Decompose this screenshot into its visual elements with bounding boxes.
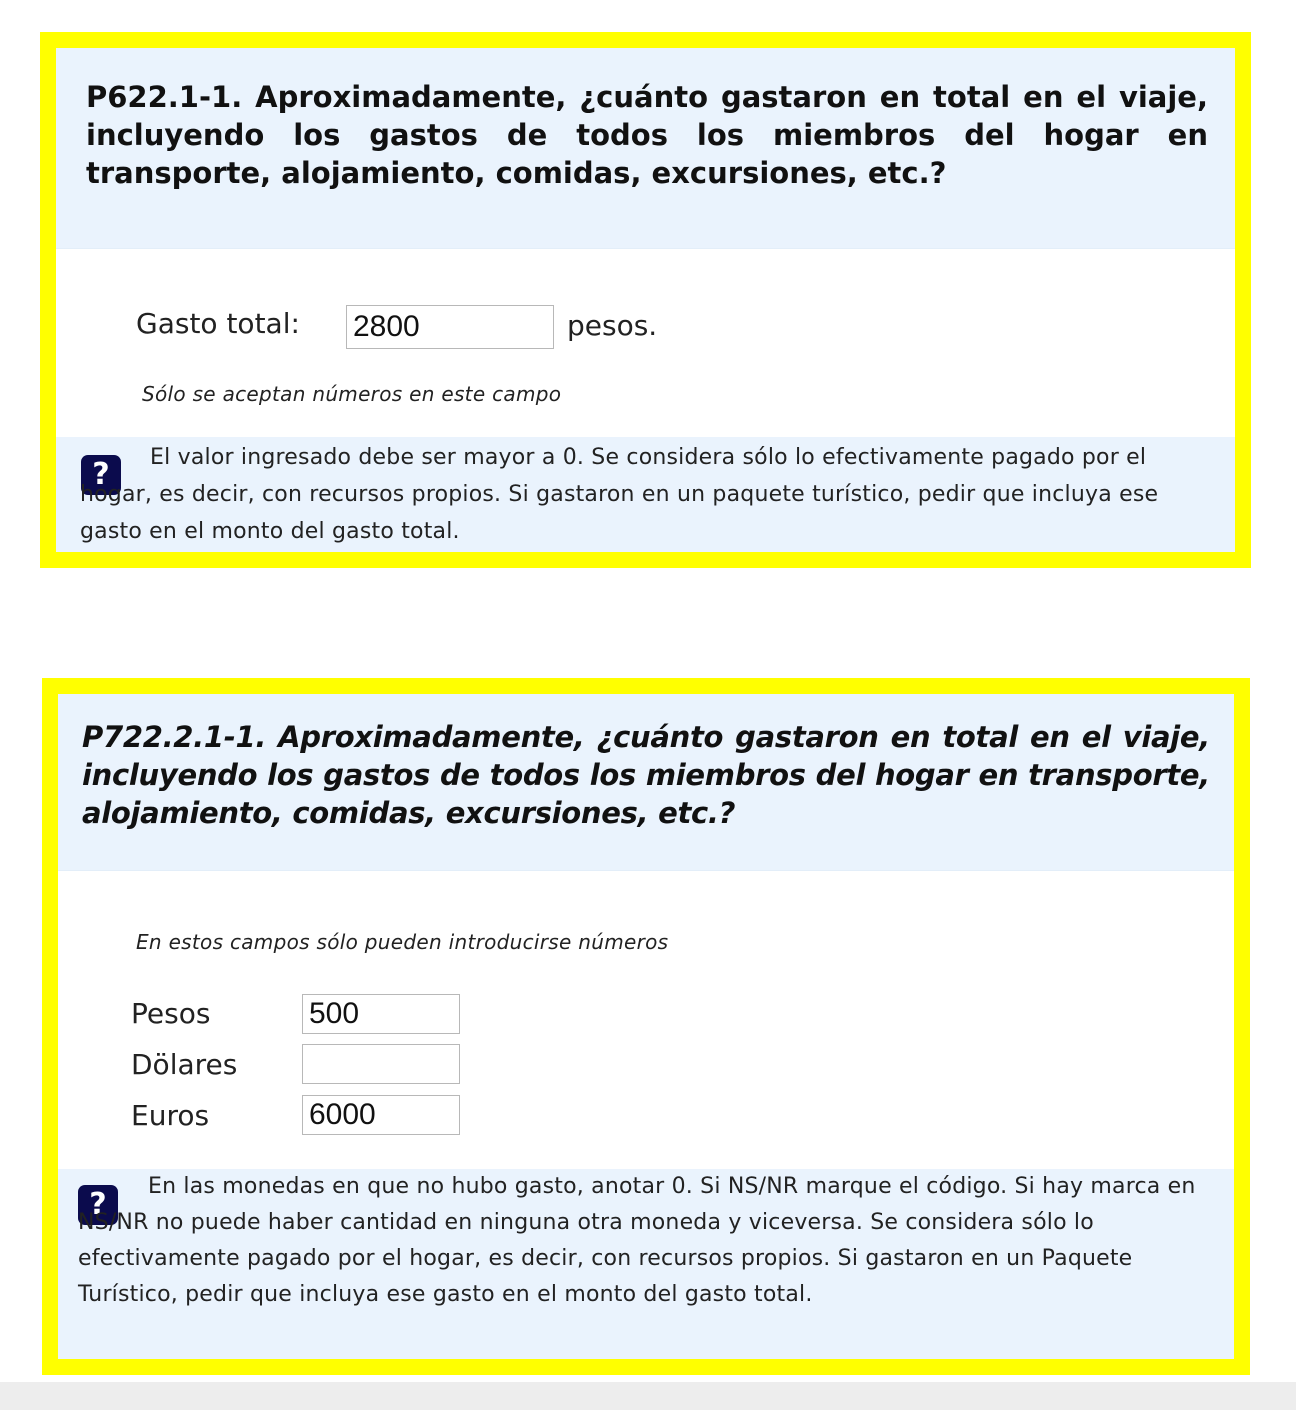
question-panel-p722: P722.2.1-1. Aproximadamente, ¿cuánto gas… xyxy=(42,678,1250,1375)
question-title: P722.2.1-1. Aproximadamente, ¿cuánto gas… xyxy=(82,720,1210,830)
numbers-only-hint: En estos campos sólo pueden introducirse… xyxy=(136,930,669,954)
question-title: P622.1-1. Aproximadamente, ¿cuánto gasta… xyxy=(86,80,1208,190)
question-header: P722.2.1-1. Aproximadamente, ¿cuánto gas… xyxy=(58,694,1234,871)
pesos-label: Pesos xyxy=(131,997,211,1030)
pesos-input[interactable] xyxy=(302,994,460,1034)
euros-label: Euros xyxy=(131,1099,210,1132)
help-section: ? El valor ingresado debe ser mayor a 0.… xyxy=(56,437,1235,552)
gasto-total-label: Gasto total: xyxy=(136,307,300,340)
help-text: En las monedas en que no hubo gasto, ano… xyxy=(78,1174,1196,1307)
numbers-only-hint: Sólo se aceptan números en este campo xyxy=(142,382,562,406)
question-panel-p622: P622.1-1. Aproximadamente, ¿cuánto gasta… xyxy=(40,32,1251,568)
dolares-label: Dölares xyxy=(131,1048,238,1081)
gasto-total-input[interactable] xyxy=(346,305,554,349)
currency-unit-label: pesos. xyxy=(567,309,658,342)
help-section: ? En las monedas en que no hubo gasto, a… xyxy=(58,1169,1234,1359)
page-bottom-strip xyxy=(0,1382,1296,1410)
help-text: El valor ingresado debe ser mayor a 0. S… xyxy=(80,445,1159,544)
euros-input[interactable] xyxy=(302,1095,460,1135)
question-header: P622.1-1. Aproximadamente, ¿cuánto gasta… xyxy=(56,48,1235,249)
dolares-input[interactable] xyxy=(302,1044,460,1084)
